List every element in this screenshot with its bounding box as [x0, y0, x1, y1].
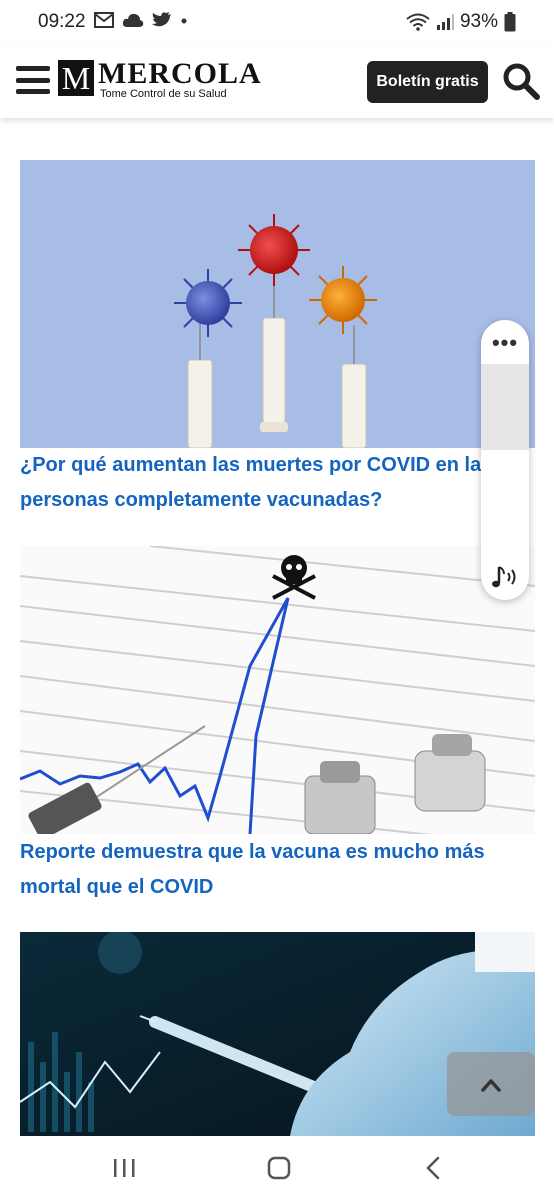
- battery-percent: 93%: [459, 11, 498, 32]
- menu-icon[interactable]: [16, 66, 50, 94]
- article-image[interactable]: [20, 546, 535, 834]
- chevron-up-icon: [481, 1079, 501, 1092]
- logo-mark: M: [58, 60, 94, 96]
- back-to-top-button[interactable]: [447, 1052, 535, 1116]
- site-header: M MERCOLA Tome Control de su Salud Bolet…: [0, 44, 554, 118]
- battery-icon: [504, 12, 516, 32]
- back-icon[interactable]: [414, 1152, 454, 1184]
- status-time: 09:22: [38, 11, 86, 32]
- signal-icon: [436, 14, 454, 30]
- mail-icon: [94, 12, 114, 28]
- music-note-icon[interactable]: [489, 564, 521, 590]
- site-logo[interactable]: M MERCOLA Tome Control de su Salud: [58, 57, 262, 100]
- article-image[interactable]: [20, 160, 535, 448]
- twitter-icon: [152, 12, 171, 27]
- audio-player-widget: •••: [481, 320, 529, 600]
- status-bar: 09:22 93%: [0, 0, 554, 44]
- cloud-icon: [122, 13, 144, 27]
- article-title-link[interactable]: ¿Por qué aumentan las muertes por COVID …: [20, 448, 515, 518]
- recent-apps-icon[interactable]: [104, 1152, 144, 1184]
- newsletter-button[interactable]: Boletín gratis: [367, 61, 488, 103]
- article-title-link[interactable]: Reporte demuestra que la vacuna es mucho…: [20, 835, 515, 905]
- search-icon[interactable]: [502, 62, 540, 100]
- vaccine-syringes-virus-image: [20, 160, 535, 448]
- wifi-icon: [406, 13, 430, 31]
- more-dots-icon[interactable]: •••: [481, 328, 529, 358]
- logo-name: MERCOLA: [98, 57, 262, 90]
- home-icon[interactable]: [259, 1152, 299, 1184]
- audio-progress[interactable]: [481, 364, 529, 450]
- mortality-chart-skull-image: [20, 546, 535, 834]
- dot-icon: [181, 18, 187, 24]
- system-nav-bar: [0, 1136, 554, 1200]
